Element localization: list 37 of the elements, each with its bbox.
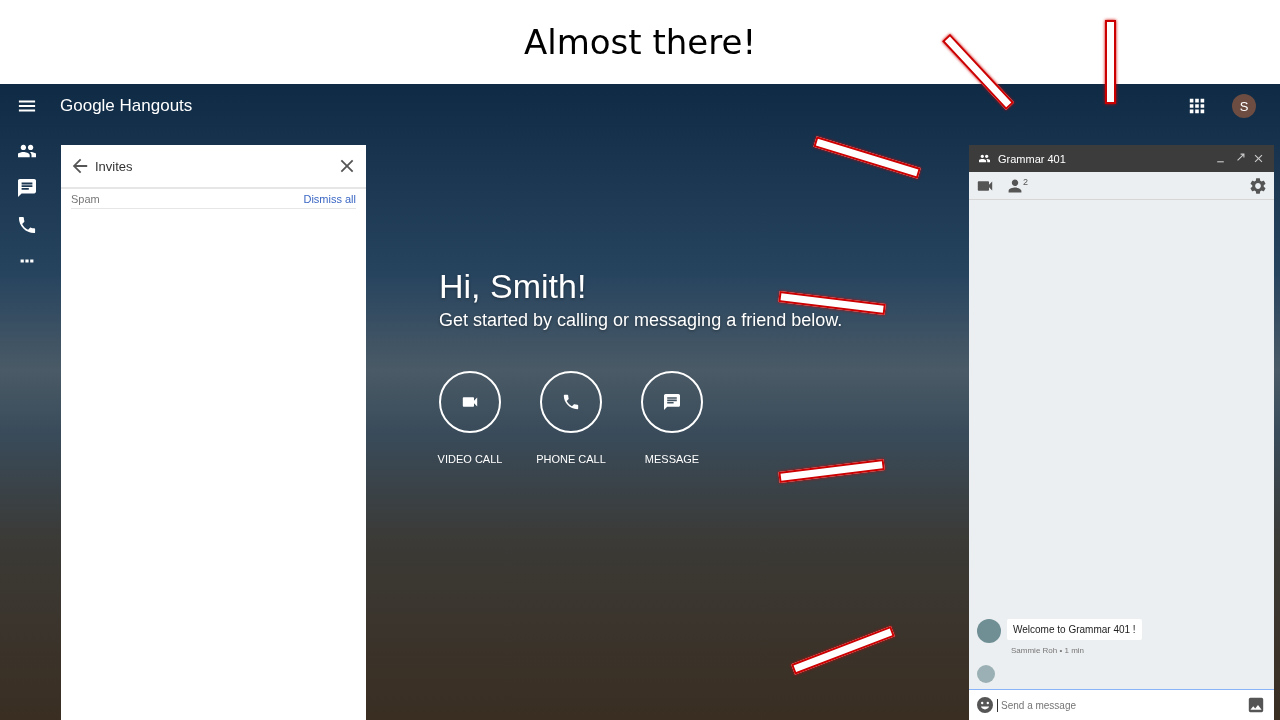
avatar (977, 619, 1001, 643)
close-icon[interactable] (338, 157, 356, 175)
slide-title: Almost there! (523, 22, 757, 62)
read-receipt-avatar (977, 665, 995, 683)
emoji-icon[interactable] (977, 697, 993, 713)
message-meta: Sammie Roh • 1 min (1010, 646, 1086, 655)
video-button[interactable] (439, 371, 501, 433)
message-icon (664, 394, 680, 410)
greeting: Hi, Smith! (439, 266, 587, 306)
phone-icon[interactable] (17, 216, 36, 234)
settings-icon[interactable] (1250, 177, 1266, 194)
message-bubble: Welcome to Grammar 401 ! (1007, 619, 1142, 640)
close-icon[interactable] (1253, 153, 1264, 164)
account-avatar[interactable]: S (1232, 94, 1256, 118)
apps-grid-icon[interactable] (1188, 97, 1206, 115)
chat-title: Grammar 401 (998, 152, 1066, 165)
message-button[interactable] (641, 371, 703, 433)
phone-icon (563, 394, 579, 410)
image-icon[interactable] (1248, 697, 1264, 713)
person-icon[interactable] (1007, 177, 1023, 194)
section-label: Spam (71, 192, 100, 205)
chat-icon[interactable] (17, 179, 36, 197)
back-icon[interactable] (71, 157, 89, 175)
subtitle: Get started by calling or messaging a friend below. (439, 310, 843, 331)
contacts-icon[interactable] (17, 142, 36, 160)
app-title: Google Hangouts (60, 96, 193, 116)
action-label: VIDEO CALL (437, 453, 503, 465)
action-label: MESSAGE (644, 453, 700, 465)
action-label: PHONE CALL (536, 453, 606, 465)
panel-title: Invites (95, 158, 133, 174)
phone-button[interactable] (540, 371, 602, 433)
group-icon (979, 153, 990, 164)
video-camera-icon (462, 394, 478, 410)
message-input[interactable]: Send a message (997, 698, 1244, 712)
message-field[interactable]: Send a message (969, 689, 1274, 720)
dismiss-all-link[interactable]: Dismiss all (303, 192, 356, 205)
participant-count: 2 (1023, 177, 1028, 187)
